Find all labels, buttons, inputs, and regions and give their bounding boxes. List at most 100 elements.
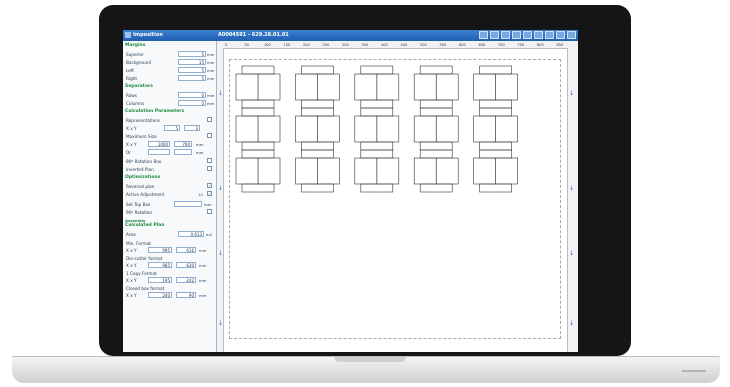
max-y-input[interactable]: 700 <box>174 141 192 147</box>
close-icon[interactable] <box>567 31 576 39</box>
margin-right-row: Right 5 mm <box>126 75 215 81</box>
ruler-tick: 400 <box>381 43 388 47</box>
max-xy-row: X x Y 1000 700 mm <box>126 141 204 147</box>
top-box-input[interactable] <box>174 201 202 207</box>
die-format-y: 630 <box>176 262 196 268</box>
save-icon[interactable] <box>512 31 521 39</box>
margin-left-input[interactable]: 5 <box>178 67 206 73</box>
refresh-icon[interactable] <box>534 31 543 39</box>
margin-superior-row: Superior 5 mm <box>126 51 215 57</box>
area-value: 0,613 <box>178 231 204 237</box>
inverted-plan-checkbox[interactable] <box>207 166 212 171</box>
max-x-input[interactable]: 1000 <box>148 141 170 147</box>
box-copy <box>235 65 281 109</box>
sep-rows-input[interactable]: 0 <box>178 92 206 98</box>
optimizations-title: Optimizations <box>125 175 161 180</box>
app-window: Imposition A0004591 - 629.28.01.01 Margi… <box>123 30 578 352</box>
representations-checkbox[interactable] <box>207 117 212 122</box>
parameters-panel: Margins Superior 5 mm Background 15 mm Left 5… <box>123 41 217 352</box>
ruler-tick: 850 <box>556 43 564 47</box>
box-copy <box>413 65 459 109</box>
arrow-down-icon: ↓ <box>218 90 224 97</box>
die-format-x: 985 <box>148 262 172 268</box>
box-copy <box>413 149 459 193</box>
reversal-plan-row: Reversal plan ✓ <box>126 183 212 189</box>
check-icon[interactable] <box>523 31 532 39</box>
die-format-label-row: Die-cutter format <box>126 256 163 261</box>
ruler-tick: 500 <box>420 43 427 47</box>
inverted-plan-row: Inverted Plan <box>126 166 214 173</box>
box-copy <box>235 107 281 151</box>
margins-title: Margins <box>125 43 146 48</box>
active-adjustment-checkbox[interactable]: ✓ <box>207 191 212 196</box>
closed-format-x: 240 <box>148 292 172 298</box>
box-copy <box>473 107 518 151</box>
opt-rotation-row: 90º Rotation <box>126 209 214 216</box>
box-copy <box>473 149 518 193</box>
die-layout-svg <box>235 65 518 193</box>
ruler-tick: 450 <box>400 43 408 47</box>
ruler-tick: 0 <box>225 43 228 47</box>
max-size-checkbox[interactable] <box>207 133 212 138</box>
laptop-indicator <box>682 370 706 372</box>
rep-xy-row: X x Y53 <box>126 125 200 131</box>
rep-x-input[interactable]: 5 <box>164 125 180 131</box>
reversal-plan-checkbox[interactable]: ✓ <box>207 183 212 188</box>
arrow-down-icon: ↓ <box>569 320 575 327</box>
closed-format-label-row: Closed box format <box>126 286 165 291</box>
margin-superior-input[interactable]: 5 <box>178 51 206 57</box>
area-row: Area 0,613 m2 <box>126 231 213 237</box>
toolbar <box>479 31 576 39</box>
print-icon[interactable] <box>490 31 499 39</box>
sheet-area <box>229 59 561 339</box>
ruler-tick: 700 <box>498 43 505 47</box>
copy-format-row: X x Y 195 242 mm <box>126 277 207 283</box>
die-format-row: X x Y 985 630 mm <box>126 262 207 268</box>
arrow-down-icon: ↓ <box>569 250 575 257</box>
box-copy <box>295 107 340 151</box>
margin-background-row: Background 15 mm <box>126 59 215 65</box>
margin-background-input[interactable]: 15 <box>178 59 206 65</box>
min-format-y: 616 <box>176 247 196 253</box>
or-y-input[interactable] <box>174 149 192 155</box>
copy-format-x: 195 <box>148 277 172 283</box>
sep-columns-input[interactable]: 0 <box>178 100 206 106</box>
box-copy <box>354 107 400 151</box>
box-copy <box>413 107 459 151</box>
or-x-input[interactable] <box>148 149 170 155</box>
document-id: A0004591 - 629.28.01.01 <box>218 32 289 38</box>
sep-rows-row: Rows 0 mm <box>126 92 215 98</box>
min-format-label-row: Min. Format <box>126 241 151 246</box>
rotation-box-checkbox[interactable] <box>207 158 212 163</box>
title-bar: Imposition A0004591 - 629.28.01.01 <box>123 30 578 41</box>
ruler-tick: 300 <box>342 43 349 47</box>
representations-row: Representations <box>126 117 214 124</box>
layout-icon[interactable] <box>501 31 510 39</box>
closed-format-y: 90 <box>176 292 196 298</box>
calc-params-title: Calculation Parameters <box>125 109 185 114</box>
margin-right-input[interactable]: 5 <box>178 75 206 81</box>
top-box-row: Set Top Box mm <box>126 201 212 207</box>
separators-title: Separators <box>125 84 153 89</box>
ruler-tick: 200 <box>303 43 310 47</box>
active-adjustment-value: 10 <box>198 192 203 197</box>
opt-rotation-checkbox[interactable] <box>207 209 212 214</box>
closed-format-row: X x Y 240 90 mm <box>126 292 207 298</box>
copy-format-y: 242 <box>176 277 196 283</box>
laptop-notch <box>334 357 406 362</box>
rep-y-input[interactable]: 3 <box>184 125 200 131</box>
arrow-down-icon: ↓ <box>218 185 224 192</box>
margin-left-row: Left 5 mm <box>126 67 215 73</box>
minimize-icon[interactable] <box>556 31 565 39</box>
copy-format-label-row: 1 Copy Format <box>126 271 157 276</box>
layout-canvas[interactable]: 0 50 100 150 200 250 300 350 400 450 500 550 600 650 7… <box>217 41 578 352</box>
arrow-down-icon: ↓ <box>569 90 575 97</box>
zoom-icon[interactable] <box>479 31 488 39</box>
top-ruler: 0 50 100 150 200 250 300 350 400 450 500 550 600 650 7… <box>217 41 578 49</box>
settings-icon[interactable] <box>545 31 554 39</box>
ruler-tick: 350 <box>361 43 369 47</box>
ruler-tick: 50 <box>244 43 249 47</box>
rotation-box-row: 90º Rotation Box <box>126 158 214 165</box>
box-copy <box>354 149 400 193</box>
laptop-base <box>12 356 720 383</box>
